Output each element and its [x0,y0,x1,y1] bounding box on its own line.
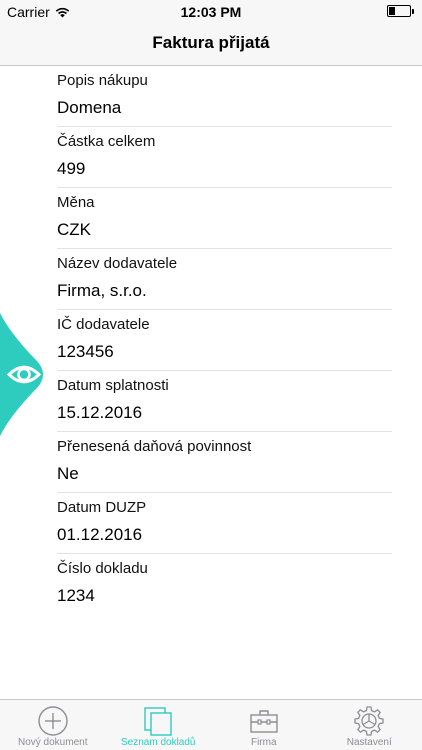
battery-tip [412,8,414,14]
field-label: Popis nákupu [57,72,148,89]
field-value: CZK [57,220,91,239]
field-value: 01.12.2016 [57,525,143,544]
tab-bar: Nový dokument Seznam dokladů Firma Nasta… [0,699,422,750]
page-title: Faktura přijatá [152,33,270,52]
briefcase-icon [250,710,278,733]
field-datum-duzp[interactable]: Datum DUZP 01.12.2016 [57,493,392,554]
preview-tab-shape [0,313,43,436]
documents-icon [144,707,172,736]
field-nazev-dodavatele[interactable]: Název dodavatele Firma, s.r.o. [57,249,392,310]
invoice-details: Popis nákupu Domena Částka celkem 499 Mě… [0,66,422,699]
gear-icon [354,706,384,736]
field-label: Datum splatnosti [57,377,169,394]
tab-label: Nastavení [346,737,392,748]
battery-fill [389,7,395,15]
field-value: Domena [57,98,122,117]
field-prenesena-danova-povinnost[interactable]: Přenesená daňová povinnost Ne [57,432,392,493]
field-value: 15.12.2016 [57,403,143,422]
tab-seznam-dokladu[interactable]: Seznam dokladů [106,700,212,750]
tab-label: Nový dokument [18,737,88,748]
plus-circle-icon [38,706,68,736]
field-label: Přenesená daňová povinnost [57,438,252,455]
preview-document-button[interactable] [0,313,52,436]
field-value: Firma, s.r.o. [57,281,147,300]
tab-nastaveni[interactable]: Nastavení [317,700,422,750]
field-value: 123456 [57,342,114,361]
battery-group [387,5,414,17]
battery-icon [387,5,411,17]
field-label: Datum DUZP [57,499,147,516]
status-bar: Carrier 12:03 PM [0,0,422,24]
navigation-bar: Faktura přijatá [0,24,422,66]
tab-label: Seznam dokladů [121,737,196,748]
field-value: 499 [57,159,86,178]
field-castka-celkem[interactable]: Částka celkem 499 [57,127,392,188]
status-time: 12:03 PM [180,4,242,20]
field-value: Ne [57,464,79,483]
field-ic-dodavatele[interactable]: IČ dodavatele 123456 [57,310,392,371]
field-datum-splatnosti[interactable]: Datum splatnosti 15.12.2016 [57,371,392,432]
field-label: IČ dodavatele [57,316,150,333]
field-value: 1234 [57,586,95,605]
tab-label: Firma [250,737,277,748]
field-mena[interactable]: Měna CZK [57,188,392,249]
tab-firma[interactable]: Firma [211,700,317,750]
tab-novy-dokument[interactable]: Nový dokument [0,700,106,750]
field-label: Číslo dokladu [57,560,148,577]
field-cislo-dokladu[interactable]: Číslo dokladu 1234 [57,554,392,615]
field-label: Název dodavatele [57,255,178,272]
field-label: Měna [57,194,95,211]
field-popis-nakupu[interactable]: Popis nákupu Domena [57,66,392,127]
field-label: Částka celkem [57,133,156,150]
